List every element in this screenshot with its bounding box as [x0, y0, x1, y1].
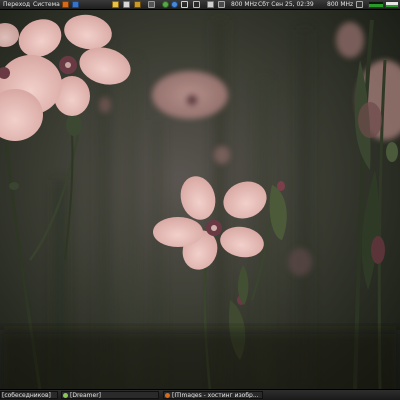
- screenshot-icon[interactable]: [148, 1, 155, 8]
- menu-places[interactable]: Переход: [3, 1, 30, 9]
- taskbar-item[interactable]: [Dreamer]: [61, 391, 159, 399]
- cpu-frequency-1[interactable]: 800 MHz: [231, 1, 257, 9]
- volume-icon[interactable]: [193, 1, 200, 8]
- mail-icon[interactable]: [207, 1, 214, 8]
- cpu-frequency-2[interactable]: 800 MHz: [327, 1, 353, 9]
- system-monitor-icon[interactable]: [368, 1, 384, 8]
- folder-icon[interactable]: [112, 1, 119, 8]
- clock[interactable]: Сбт Сен 25, 02:39: [258, 1, 314, 9]
- network-icon[interactable]: [181, 1, 188, 8]
- wallpaper-image: [0, 0, 400, 400]
- bottom-panel: [собеседников] [Dreamer] [ITImages - хос…: [0, 389, 400, 400]
- top-panel: Переход Система 800 MHz Сбт Сен 25, 02:3…: [0, 0, 400, 10]
- desktop[interactable]: Переход Система 800 MHz Сбт Сен 25, 02:3…: [0, 0, 400, 400]
- package-manager-icon[interactable]: [134, 1, 141, 8]
- battery-icon[interactable]: [218, 1, 225, 8]
- text-editor-icon[interactable]: [123, 1, 130, 8]
- shutdown-icon[interactable]: [162, 1, 169, 8]
- app-icon: [63, 393, 68, 398]
- firefox-icon: [165, 393, 170, 398]
- task-label: [собеседников]: [2, 392, 51, 399]
- taskbar-item[interactable]: [собеседников]: [0, 391, 58, 399]
- task-label: [Dreamer]: [70, 392, 102, 399]
- menu-system[interactable]: Система: [33, 1, 60, 9]
- task-label: [ITImages - хостинг изобр...: [172, 392, 259, 399]
- firefox-icon[interactable]: [62, 1, 69, 8]
- chat-icon[interactable]: [171, 1, 178, 8]
- help-icon[interactable]: [72, 1, 79, 8]
- taskbar-item[interactable]: [ITImages - хостинг изобр...: [163, 391, 263, 399]
- cpu-graph[interactable]: [385, 1, 399, 8]
- wifi-icon[interactable]: [356, 1, 363, 8]
